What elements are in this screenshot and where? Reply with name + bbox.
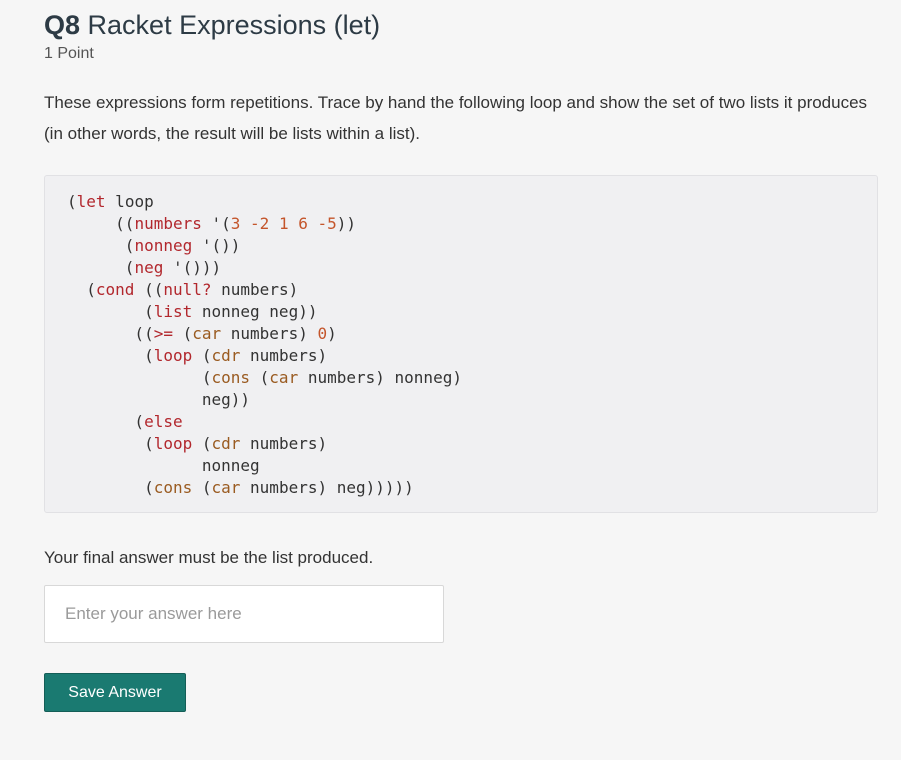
code-token: car <box>211 478 241 497</box>
answer-input[interactable] <box>44 585 444 643</box>
code-token: ( <box>67 346 154 365</box>
code-token: ( <box>67 192 77 211</box>
code-token: ( <box>67 302 154 321</box>
code-line: (cons (car numbers) nonneg) <box>67 367 877 389</box>
code-token: 0 <box>317 324 328 343</box>
code-token: list <box>153 302 193 321</box>
code-token: ( <box>67 434 154 453</box>
code-line: (loop (cdr numbers) <box>67 433 877 455</box>
code-line: (let loop <box>67 191 877 213</box>
code-line: (nonneg '()) <box>67 235 877 257</box>
code-token: numbers) nonneg) <box>298 368 462 387</box>
code-line: (loop (cdr numbers) <box>67 345 877 367</box>
code-line: (else <box>67 411 877 433</box>
code-token: cons <box>153 478 193 497</box>
code-line: (list nonneg neg)) <box>67 301 877 323</box>
save-answer-button[interactable]: Save Answer <box>44 673 186 712</box>
code-token: car <box>269 368 299 387</box>
code-token: '())) <box>163 258 222 277</box>
code-token: numbers) <box>240 434 328 453</box>
code-token: ( <box>67 236 135 255</box>
code-line: neg)) <box>67 389 877 411</box>
code-token: ( <box>67 258 135 277</box>
code-token: >= <box>153 324 173 343</box>
code-token: 3 -2 1 6 -5 <box>230 214 337 233</box>
code-token: else <box>144 412 183 431</box>
code-token: ( <box>250 368 270 387</box>
code-token: '()) <box>192 236 241 255</box>
code-token: let <box>76 192 106 211</box>
code-token: '( <box>201 214 231 233</box>
code-token: loop <box>153 434 193 453</box>
code-token: cdr <box>211 434 241 453</box>
question-title-text: Racket Expressions (let) <box>87 10 381 40</box>
code-token: null? <box>163 280 212 299</box>
code-token: numbers) neg))))) <box>240 478 414 497</box>
code-token: (( <box>67 214 135 233</box>
code-token: neg <box>134 258 164 277</box>
code-token: nonneg <box>67 456 260 475</box>
code-token: )) <box>336 214 357 233</box>
code-token: ( <box>192 434 212 453</box>
code-line: nonneg <box>67 455 877 477</box>
final-answer-note: Your final answer must be the list produ… <box>44 548 374 567</box>
code-line: ((numbers '(3 -2 1 6 -5)) <box>67 213 877 235</box>
code-token: ( <box>67 412 145 431</box>
code-token: ) <box>327 324 337 343</box>
code-token: ( <box>67 368 212 387</box>
question-title: Q8 Racket Expressions (let) <box>44 8 880 42</box>
code-token: (( <box>67 324 154 343</box>
question-description: These expressions form repetitions. Trac… <box>44 93 868 143</box>
code-token: ( <box>67 280 96 299</box>
code-token: cond <box>95 280 135 299</box>
code-token: neg)) <box>67 390 251 409</box>
code-token: cdr <box>211 346 241 365</box>
question-number: Q8 <box>44 10 81 40</box>
question-header: Q8 Racket Expressions (let) 1 Point Thes… <box>44 8 880 149</box>
code-line: ((>= (car numbers) 0) <box>67 323 877 345</box>
code-token: ( <box>172 324 193 343</box>
code-token: ( <box>67 478 154 497</box>
question-points: 1 Point <box>44 45 94 62</box>
code-token: loop <box>105 192 154 211</box>
code-token: car <box>192 324 222 343</box>
code-line: (cons (car numbers) neg))))) <box>67 477 877 499</box>
code-token: ( <box>192 346 212 365</box>
code-token: numbers) <box>211 280 299 299</box>
code-token: cons <box>211 368 251 387</box>
code-listing: (let loop ((numbers '(3 -2 1 6 -5)) (non… <box>45 176 877 499</box>
code-token: nonneg neg)) <box>192 302 318 321</box>
code-line: (cond ((null? numbers) <box>67 279 877 301</box>
code-token: numbers <box>134 214 202 233</box>
code-token: (( <box>134 280 164 299</box>
code-token: numbers) <box>240 346 328 365</box>
code-token: ( <box>192 478 212 497</box>
code-block: (let loop ((numbers '(3 -2 1 6 -5)) (non… <box>44 175 878 513</box>
code-token: nonneg <box>134 236 193 255</box>
code-token: numbers) <box>221 324 318 343</box>
code-line: (neg '())) <box>67 257 877 279</box>
code-token: loop <box>153 346 193 365</box>
